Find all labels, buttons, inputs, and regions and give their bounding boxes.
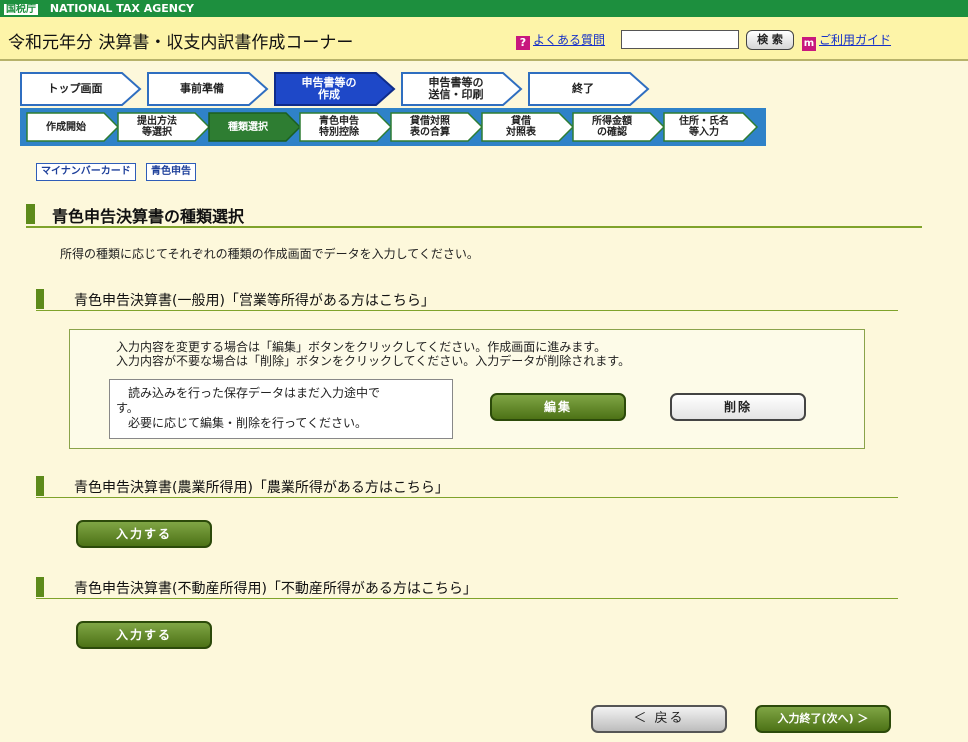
substep-deduction-label: 青色申告 特別控除 [319,116,359,138]
question-icon: ? [516,36,530,50]
substep-method-label: 提出方法 等選択 [137,116,177,138]
header: 令和元年分 決算書・収支内訳書作成コーナー ? よくある質問 検 索 m ご利用ガイ… [0,17,968,61]
step-send[interactable]: 申告書等の 送信・印刷 [401,72,523,106]
guide-book-icon: m [802,37,816,51]
app-title: 令和元年分 決算書・収支内訳書作成コーナー [8,33,354,53]
note-line3: 必要に応じて編集・削除を行ってください。 [116,416,368,430]
substep-bs[interactable]: 貸借 対照表 [481,112,575,142]
step-create-label: 申告書等の 作成 [301,76,357,101]
search-button[interactable]: 検 索 [746,30,794,50]
blue-return-tag: 青色申告 [146,163,196,181]
step-top-label: トップ画面 [47,82,103,95]
sub-steps: 作成開始 提出方法 等選択 種類選択 青色申告 特別控除 貸借対照 表の合算 貸… [20,108,766,146]
step-prep-label: 事前準備 [180,82,224,95]
intro-text: 所得の種類に応じてそれぞれの種類の作成画面でデータを入力してください。 [60,247,479,261]
next-button[interactable]: 入力終了(次へ) ＞ [755,705,891,733]
substep-deduction[interactable]: 青色申告 特別控除 [299,112,393,142]
substep-income[interactable]: 所得金額 の確認 [572,112,666,142]
section-marker [36,476,44,496]
section-realestate-title: 青色申告決算書(不動産所得用)「不動産所得がある方はこちら」 [74,581,477,597]
faq-link[interactable]: ? よくある質問 [516,31,605,50]
substep-type-label: 種類選択 [228,121,268,133]
edit-button[interactable]: 編集 [490,393,626,421]
page-title-text: 青色申告決算書の種類選択 [52,207,245,226]
substep-address[interactable]: 住所・氏名 等入力 [663,112,759,142]
back-button[interactable]: ＜ 戻る [591,705,727,733]
search-input[interactable] [621,30,739,49]
delete-button[interactable]: 削除 [670,393,806,421]
guide-label: ご利用ガイド [819,33,892,47]
section-general-title: 青色申告決算書(一般用)「営業等所得がある方はこちら」 [74,293,435,309]
note-line2: す。 [116,401,139,415]
substep-method[interactable]: 提出方法 等選択 [117,112,211,142]
realestate-input-button[interactable]: 入力する [76,621,212,649]
section-realestate-heading: 青色申告決算書(不動産所得用)「不動産所得がある方はこちら」 [36,577,898,599]
section-agri-title: 青色申告決算書(農業所得用)「農業所得がある方はこちら」 [74,480,449,496]
step-prep[interactable]: 事前準備 [147,72,269,106]
agency-name: NATIONAL TAX AGENCY [49,2,194,15]
section-agri-heading: 青色申告決算書(農業所得用)「農業所得がある方はこちら」 [36,476,898,498]
note-line1: 読み込みを行った保存データはまだ入力途中で [116,386,381,400]
substep-income-label: 所得金額 の確認 [592,116,632,138]
mynumber-card-tag: マイナンバーカード [36,163,136,181]
section-general-heading: 青色申告決算書(一般用)「営業等所得がある方はこちら」 [36,289,898,311]
substep-type[interactable]: 種類選択 [208,112,302,142]
substep-start[interactable]: 作成開始 [26,112,120,142]
step-end[interactable]: 終了 [528,72,650,106]
agency-logo: 国税庁 [4,4,38,15]
agency-bar: 国税庁 NATIONAL TAX AGENCY [0,0,968,17]
faq-label: よくある質問 [533,33,606,47]
substep-bs-merge-label: 貸借対照 表の合算 [410,116,450,138]
panel-message: 入力内容を変更する場合は「編集」ボタンをクリックしてください。作成画面に進みます… [116,340,630,368]
step-end-label: 終了 [572,82,594,95]
title-bar-marker [26,204,35,224]
substep-bs-label: 貸借 対照表 [506,116,536,138]
step-top[interactable]: トップ画面 [20,72,142,106]
saved-data-note: 読み込みを行った保存データはまだ入力途中で す。 必要に応じて編集・削除を行って… [109,379,453,439]
agri-input-button[interactable]: 入力する [76,520,212,548]
step-create[interactable]: 申告書等の 作成 [274,72,396,106]
panel-message-line2: 入力内容が不要な場合は「削除」ボタンをクリックしてください。入力データが削除され… [116,354,631,368]
section-marker [36,577,44,597]
substep-start-label: 作成開始 [46,121,86,133]
page-title: 青色申告決算書の種類選択 [26,202,922,228]
user-guide-link[interactable]: m ご利用ガイド [802,31,891,51]
step-send-label: 申告書等の 送信・印刷 [428,76,484,101]
substep-address-label: 住所・氏名 等入力 [679,116,729,138]
panel-message-line1: 入力内容を変更する場合は「編集」ボタンをクリックしてください。作成画面に進みます… [116,340,607,354]
substep-bs-merge[interactable]: 貸借対照 表の合算 [390,112,484,142]
saved-data-panel: 入力内容を変更する場合は「編集」ボタンをクリックしてください。作成画面に進みます… [69,329,865,449]
section-marker [36,289,44,309]
